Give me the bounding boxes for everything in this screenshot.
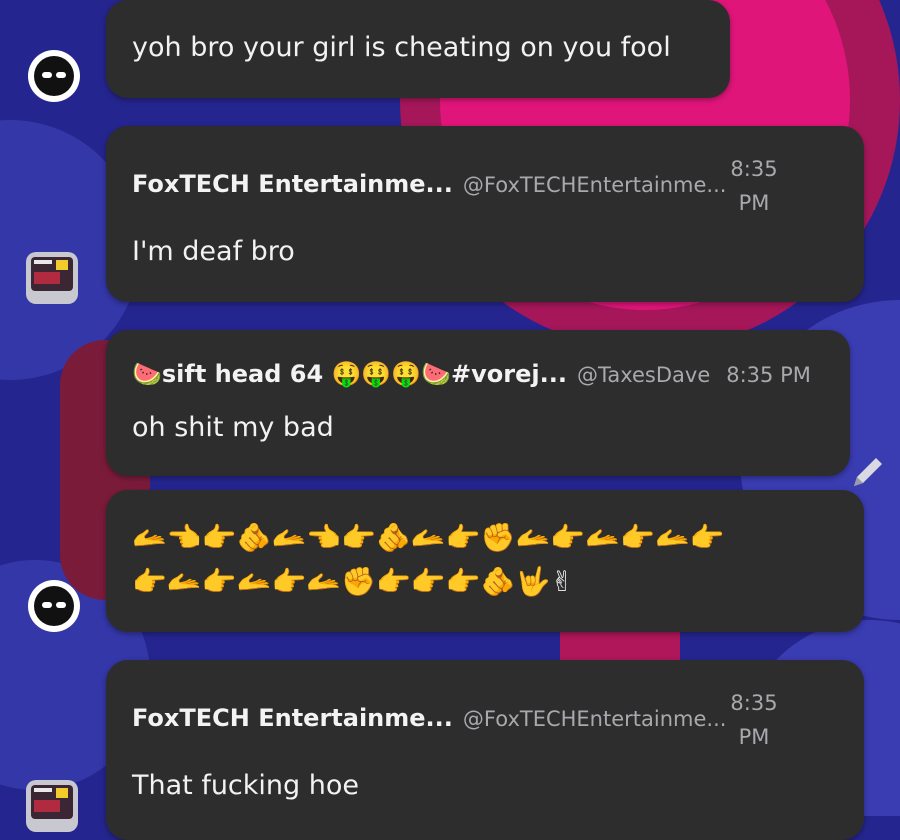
message-bubble[interactable]: yoh bro your girl is cheating on you foo… [106,0,730,98]
edit-pencil-icon[interactable] [848,452,888,492]
message-bubble[interactable]: FoxTECH Entertainme... @FoxTECHEntertain… [106,660,864,840]
message-timestamp: 8:35 PM [726,363,811,387]
message-text: yoh bro your girl is cheating on you foo… [132,32,671,63]
author-handle[interactable]: @FoxTECHEntertainme... [463,173,727,197]
author-name[interactable]: 🍉sift head 64 🤑🤑🤑🍉#vorej... [132,360,567,388]
emoji-message: 🫴👈👉🫵🫴👈👉🫵🫴👉✊🫴👉🫴👉🫴👉 👉🫴👉🫴👉🫴✊👉👉👉🫵🤟✌ [132,516,725,604]
message-bubble[interactable]: 🍉sift head 64 🤑🤑🤑🍉#vorej... @TaxesDave 8… [106,330,850,476]
author-name[interactable]: FoxTECH Entertainme... [132,704,453,732]
message-text: I'm deaf bro [132,236,295,267]
message-bubble[interactable]: FoxTECH Entertainme... @FoxTECHEntertain… [106,126,864,302]
author-name[interactable]: FoxTECH Entertainme... [132,170,453,198]
message-text: oh shit my bad [132,412,334,443]
message-timestamp: 8:35 PM [730,157,778,215]
message-timestamp: 8:35 PM [730,691,778,749]
message-text: That fucking hoe [132,770,359,801]
message-bubble[interactable]: 🫴👈👉🫵🫴👈👉🫵🫴👉✊🫴👉🫴👉🫴👉 👉🫴👉🫴👉🫴✊👉👉👉🫵🤟✌ [106,490,864,632]
foxtech-avatar[interactable] [26,780,78,832]
foxtech-avatar[interactable] [26,252,78,304]
author-handle[interactable]: @FoxTECHEntertainme... [463,707,727,731]
emoji-line: 👉🫴👉🫴👉🫴✊👉👉👉🫵🤟✌ [132,565,574,598]
emoji-line: 🫴👈👉🫵🫴👈👉🫵🫴👉✊🫴👉🫴👉🫴👉 [132,521,725,554]
user-avatar[interactable] [28,580,80,632]
user-avatar[interactable] [28,50,80,102]
author-handle[interactable]: @TaxesDave [577,363,710,387]
